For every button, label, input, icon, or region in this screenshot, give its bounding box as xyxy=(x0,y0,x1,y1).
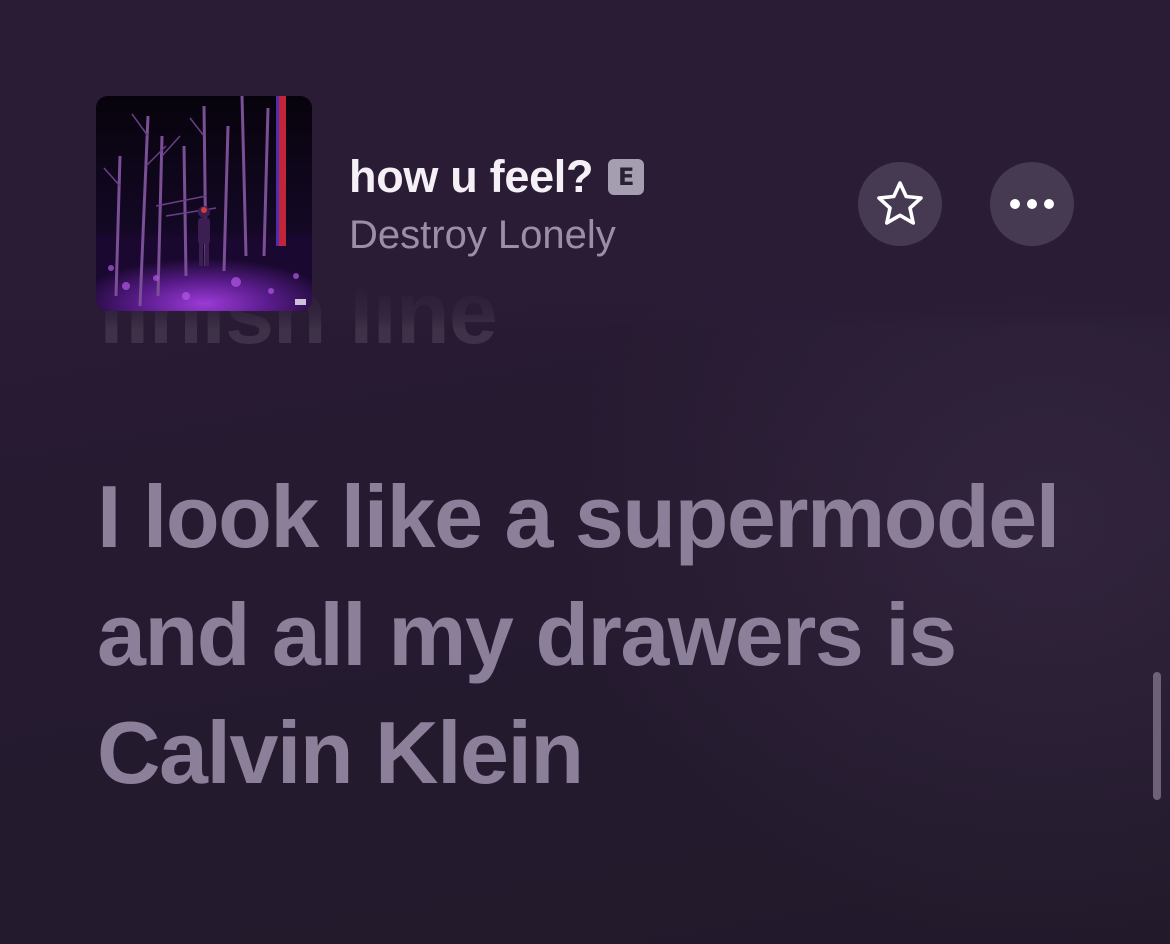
scroll-indicator[interactable] xyxy=(1153,672,1161,800)
track-title: how u feel? xyxy=(349,151,594,202)
current-lyric-line[interactable]: I look like a supermodel and all my draw… xyxy=(97,458,1097,812)
ellipsis-icon xyxy=(1010,199,1054,209)
more-options-button[interactable] xyxy=(990,162,1074,246)
favorite-button[interactable] xyxy=(858,162,942,246)
artist-name[interactable]: Destroy Lonely xyxy=(349,213,616,258)
track-title-row[interactable]: how u feel? E xyxy=(349,151,645,203)
album-artwork xyxy=(96,96,312,311)
star-outline-icon xyxy=(877,181,923,225)
explicit-badge: E xyxy=(608,159,645,195)
